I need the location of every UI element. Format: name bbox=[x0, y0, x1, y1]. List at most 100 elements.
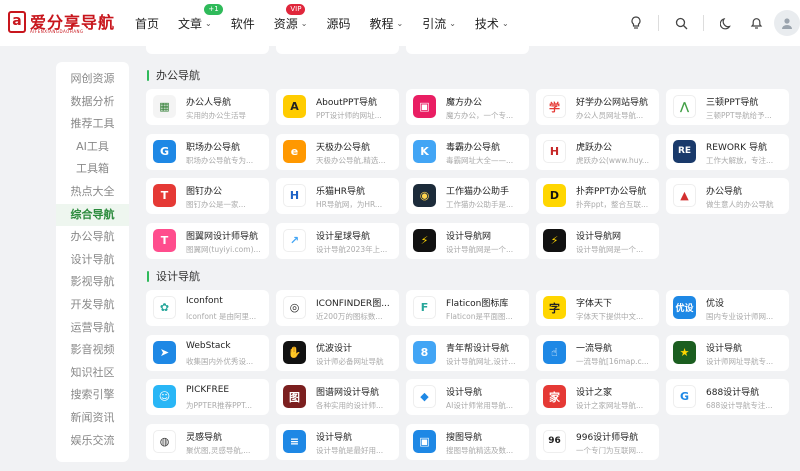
site-card[interactable]: ◍ 灵感导航 聚优图,灵感导航,... bbox=[146, 423, 269, 460]
sidebar-item[interactable]: 搜索引擎 bbox=[56, 384, 129, 407]
site-logo-icon: ◉ bbox=[413, 184, 436, 207]
site-card[interactable]: ⚡ 设计导航网 设计导航网是一个... bbox=[536, 222, 659, 259]
site-name: 扑奔PPT办公导航 bbox=[576, 187, 647, 197]
site-card[interactable]: 家设计之家 设计之家网址导航... bbox=[536, 379, 659, 415]
site-card[interactable]: F Flaticon图标库 Flaticon是平面图... bbox=[406, 290, 529, 326]
site-card[interactable]: ≡ 设计导航 设计导航是最好用... bbox=[276, 423, 399, 460]
site-card[interactable]: H 乐猫HR导航 HR导航网，为HR... bbox=[276, 178, 399, 214]
site-card[interactable]: G 688设计导航 688设计导航专注... bbox=[666, 379, 789, 415]
site-card[interactable]: ▣ 魔方办公 魔方办公，一个专... bbox=[406, 89, 529, 125]
moon-icon[interactable] bbox=[718, 15, 734, 31]
site-name: 职场办公导航 bbox=[186, 142, 241, 153]
nav-item-label: 软件 bbox=[230, 16, 255, 31]
site-logo-icon: ◆ bbox=[413, 385, 436, 408]
site-card[interactable]: ↗ 设计星球导航 设计导航2023年上... bbox=[276, 222, 399, 259]
sidebar-item[interactable]: 热点大全 bbox=[56, 181, 129, 204]
nav-item[interactable]: 源码 bbox=[326, 15, 350, 32]
site-logo-icon: ✿ bbox=[153, 296, 176, 319]
user-icon[interactable] bbox=[774, 10, 800, 36]
sidebar-item[interactable]: 工具箱 bbox=[56, 158, 129, 181]
site-description: 毒霸网址大全——... bbox=[446, 155, 514, 165]
sidebar-item[interactable]: AI工具 bbox=[56, 136, 129, 159]
nav-item-label: 源码 bbox=[326, 16, 351, 31]
site-logo[interactable]: a 爱分享导航 AIFENXIANGDAOHANG bbox=[8, 9, 118, 37]
site-logo-icon: 96 bbox=[543, 429, 566, 453]
sidebar-item[interactable]: 知识社区 bbox=[56, 362, 129, 385]
partial-card[interactable] bbox=[276, 32, 399, 54]
site-card[interactable]: T 图翼网设计师导航 图翼网(tuyiyi.com)... bbox=[146, 222, 269, 259]
site-card[interactable]: 学好学办公网站导航 办公人员网址导航... bbox=[536, 89, 659, 125]
site-logo-icon: e bbox=[283, 139, 306, 163]
site-logo-icon: F bbox=[413, 296, 436, 319]
site-card[interactable]: 96 996设计师导航 一个专门为互联网... bbox=[536, 423, 659, 460]
site-description: Iconfont 是由阿里... bbox=[186, 312, 257, 321]
site-card[interactable]: H 虎跃办公 虎跃办公(www.huy... bbox=[536, 133, 659, 170]
site-logo-icon: 优设 bbox=[673, 296, 696, 319]
site-card[interactable]: ☝ 一流导航 一流导航[16map.c... bbox=[536, 334, 659, 371]
site-name: 毒霸办公导航 bbox=[446, 142, 501, 153]
site-name: 虎跃办公 bbox=[576, 142, 613, 153]
partial-card[interactable] bbox=[406, 32, 529, 54]
nav-item[interactable]: 文章 ⌄ +1 bbox=[178, 3, 223, 32]
site-card[interactable]: A AboutPPT导航 PPT设计师的网址... bbox=[276, 89, 399, 125]
site-card[interactable]: T 图钉办公 图钉办公是一家... bbox=[146, 178, 269, 214]
site-card[interactable]: e 天极办公导航 天极办公导航,精选... bbox=[276, 133, 399, 170]
site-card[interactable]: 字字体天下 字体天下提供中文... bbox=[536, 290, 659, 326]
nav-item[interactable]: 技术 ⌄ bbox=[475, 15, 509, 32]
sidebar-item[interactable]: 影音视频 bbox=[56, 339, 129, 362]
sidebar-item[interactable]: 新闻资讯 bbox=[56, 407, 129, 430]
site-card[interactable]: 图图谱网设计导航 各种实用的设计师... bbox=[276, 379, 399, 415]
lightbulb-icon[interactable] bbox=[628, 15, 644, 31]
site-card[interactable]: ◉ 工作猫办公助手 工作猫办公助手是... bbox=[406, 178, 529, 214]
site-card[interactable]: G 职场办公导航 职场办公导航专为... bbox=[146, 133, 269, 170]
nav-item[interactable]: 软件 bbox=[231, 15, 255, 32]
sidebar-item[interactable]: 设计导航 bbox=[56, 249, 129, 272]
site-card[interactable]: ➤ WebStack 收集国内外优秀设... bbox=[146, 334, 269, 371]
sidebar-item[interactable]: 推荐工具 bbox=[56, 113, 129, 136]
site-card[interactable]: ◎ ICONFINDER图... 近200万的图标数... bbox=[276, 290, 399, 326]
site-card[interactable]: ▦ 办公人导航 实用的办公生活导 bbox=[146, 89, 269, 125]
site-card[interactable]: D 扑奔PPT办公导航 扑奔ppt，整合互联... bbox=[536, 178, 659, 214]
site-card[interactable]: RE REWORK 导航 工作大解放，专注... bbox=[666, 133, 789, 170]
site-card[interactable]: ⋀ 三顿PPT导航 三顿PPT导航给予... bbox=[666, 89, 789, 125]
site-name: 设计导航 bbox=[706, 343, 743, 354]
nav-item[interactable]: 资源 ⌄ VIP bbox=[274, 3, 307, 32]
site-card[interactable]: K 毒霸办公导航 毒霸网址大全——... bbox=[406, 133, 529, 170]
section-title-text: 设计导航 bbox=[156, 270, 200, 283]
nav-item[interactable]: 教程 ⌄ bbox=[369, 15, 403, 32]
nav-item-label: 技术 bbox=[474, 16, 499, 31]
site-description: 国内专业设计师网... bbox=[706, 312, 774, 321]
site-name: 三顿PPT导航 bbox=[706, 98, 759, 108]
sidebar-item[interactable]: 数据分析 bbox=[56, 91, 129, 114]
search-icon[interactable] bbox=[673, 15, 689, 31]
site-logo-icon: ☺ bbox=[153, 385, 176, 408]
nav-item[interactable]: 引流 ⌄ bbox=[422, 15, 456, 32]
site-card[interactable]: ▲ 办公导航 做生意人的办公导航 bbox=[666, 178, 789, 214]
site-card[interactable]: ☺ PICKFREE 为PPTER推荐PPT... bbox=[146, 379, 269, 415]
site-card[interactable]: 8 青年帮设计导航 设计导航网址,设计... bbox=[406, 334, 529, 371]
sidebar-item[interactable]: 影视导航 bbox=[56, 271, 129, 294]
chevron-down-icon: ⌄ bbox=[205, 18, 212, 28]
bell-icon[interactable] bbox=[748, 15, 764, 31]
site-logo-icon: ☝ bbox=[543, 340, 566, 364]
sidebar-item[interactable]: 网创资源 bbox=[56, 68, 129, 91]
sidebar-item[interactable]: 综合导航 bbox=[56, 203, 129, 227]
site-card[interactable]: ✋ 优波设计 设计师必备网址导航 bbox=[276, 334, 399, 371]
site-logo-icon: ★ bbox=[673, 340, 696, 364]
site-description: 天极办公导航,精选... bbox=[316, 155, 386, 165]
site-description: 图钉办公是一家... bbox=[186, 200, 246, 209]
site-card[interactable]: 优设 优设 国内专业设计师网... bbox=[666, 290, 789, 326]
nav-item[interactable]: 首页 bbox=[135, 15, 159, 32]
site-logo-icon: 8 bbox=[413, 340, 436, 364]
site-card[interactable]: ★ 设计导航 设计师网址导航专... bbox=[666, 334, 789, 371]
sidebar-item[interactable]: 运营导航 bbox=[56, 317, 129, 340]
partial-card[interactable] bbox=[146, 32, 269, 54]
site-card[interactable]: ◆ 设计导航 AI设计师常用导航... bbox=[406, 379, 529, 415]
sidebar-item[interactable]: 开发导航 bbox=[56, 294, 129, 317]
sidebar-item[interactable]: 办公导航 bbox=[56, 226, 129, 249]
site-card[interactable]: ▣ 搜图导航 搜图导航精选及数... bbox=[406, 423, 529, 460]
site-card[interactable]: ✿ Iconfont Iconfont 是由阿里... bbox=[146, 290, 269, 326]
category-sidebar: 网创资源 数据分析 推荐工具 AI工具 工具箱 热点大全 综合导航 办公导航 设计导航 影视导航开… bbox=[56, 62, 129, 462]
sidebar-item[interactable]: 娱乐交流 bbox=[56, 430, 129, 453]
site-card[interactable]: ⚡ 设计导航网 设计导航网是一个... bbox=[406, 222, 529, 259]
